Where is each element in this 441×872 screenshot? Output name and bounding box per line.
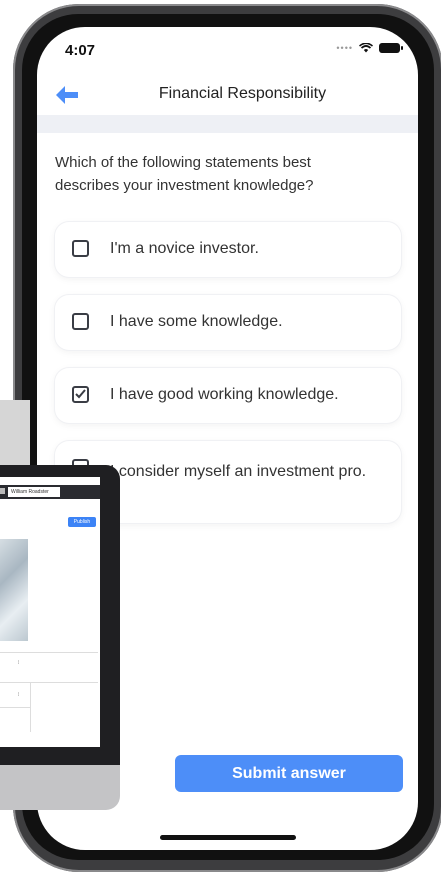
monitor-screen: William Roadster Publish ⁞ ⁞ (0, 477, 100, 747)
status-icons: •••• (336, 43, 403, 53)
monitor-frame: William Roadster Publish ⁞ ⁞ (0, 465, 120, 810)
home-indicator[interactable] (160, 835, 296, 840)
checkbox-icon[interactable] (72, 240, 89, 257)
monitor-small-icon: ⁞ (18, 692, 20, 698)
option-some-knowledge[interactable]: I have some knowledge. (55, 295, 401, 350)
monitor-row-divider (0, 682, 98, 683)
submit-answer-button[interactable]: Submit answer (175, 755, 403, 792)
option-label: I'm a novice investor. (110, 240, 259, 257)
monitor-photo (0, 539, 28, 641)
battery-icon (379, 43, 403, 53)
monitor-row-divider (0, 652, 98, 653)
page-title: Financial Responsibility (158, 85, 327, 102)
checkbox-checked-icon[interactable] (72, 386, 89, 403)
monitor-chin (0, 765, 120, 810)
monitor-small-icon: ⁞ (18, 660, 20, 666)
checkmark-icon (75, 389, 86, 399)
monitor-cell-divider (30, 682, 31, 732)
wifi-icon (359, 43, 373, 53)
monitor-publish-button: Publish (68, 517, 96, 527)
option-label: I consider myself an investment pro. (110, 463, 367, 480)
option-label: I have good working knowledge. (110, 386, 339, 403)
header-divider (37, 115, 418, 133)
monitor-user-field: William Roadster (8, 487, 60, 497)
option-novice[interactable]: I'm a novice investor. (55, 222, 401, 277)
monitor-row-divider (0, 707, 30, 708)
checkbox-icon[interactable] (72, 313, 89, 330)
option-label: I have some knowledge. (110, 313, 283, 330)
question-text: Which of the following statements best d… (55, 154, 314, 194)
apps-grid-icon (0, 488, 5, 494)
monitor-mockup: William Roadster Publish ⁞ ⁞ (0, 400, 120, 810)
option-good-knowledge[interactable]: I have good working knowledge. (55, 368, 401, 423)
status-time: 4:07 (65, 42, 96, 59)
signal-icon: •••• (336, 43, 353, 53)
